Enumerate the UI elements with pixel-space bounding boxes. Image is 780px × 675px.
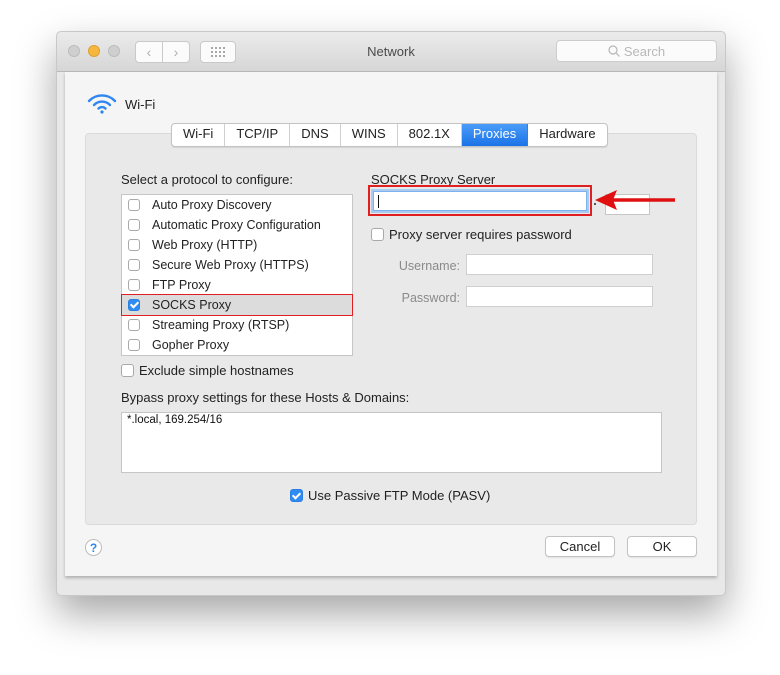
protocol-item[interactable]: Gopher Proxy bbox=[122, 335, 352, 355]
protocol-label: Streaming Proxy (RTSP) bbox=[152, 318, 290, 332]
exclude-simple-checkbox[interactable] bbox=[121, 364, 134, 377]
protocol-item[interactable]: Web Proxy (HTTP) bbox=[122, 235, 352, 255]
protocol-item[interactable]: Streaming Proxy (RTSP) bbox=[122, 315, 352, 335]
cancel-button[interactable]: Cancel bbox=[545, 536, 615, 557]
password-label: Password: bbox=[401, 291, 460, 305]
tab-wins[interactable]: WINS bbox=[341, 124, 398, 146]
search-placeholder: Search bbox=[623, 43, 666, 59]
protocol-checkbox[interactable] bbox=[128, 199, 140, 211]
protocol-item-socks-selected[interactable]: SOCKS Proxy bbox=[121, 294, 353, 316]
protocol-label: Web Proxy (HTTP) bbox=[152, 238, 258, 252]
tab-tcpip[interactable]: TCP/IP bbox=[225, 124, 291, 146]
help-button[interactable]: ? bbox=[85, 539, 102, 556]
passive-ftp-row[interactable]: Use Passive FTP Mode (PASV) bbox=[290, 488, 490, 503]
server-highlight-box bbox=[368, 185, 592, 216]
protocol-label: Automatic Proxy Configuration bbox=[152, 218, 321, 232]
passive-ftp-label: Use Passive FTP Mode (PASV) bbox=[308, 488, 491, 503]
tab-dns[interactable]: DNS bbox=[290, 124, 341, 146]
requires-password-row[interactable]: Proxy server requires password bbox=[371, 227, 572, 242]
protocol-heading: Select a protocol to configure: bbox=[121, 172, 293, 187]
protocol-item[interactable]: FTP Proxy bbox=[122, 275, 352, 295]
tab-bar: Wi-Fi TCP/IP DNS WINS 802.1X Proxies Har… bbox=[171, 123, 608, 147]
protocol-list[interactable]: Auto Proxy Discovery Automatic Proxy Con… bbox=[121, 194, 353, 356]
protocol-label: FTP Proxy bbox=[152, 278, 211, 292]
protocol-checkbox[interactable] bbox=[128, 239, 140, 251]
search-icon bbox=[608, 45, 620, 57]
proxies-sheet: Wi-Fi Wi-Fi TCP/IP DNS WINS 802.1X Proxi… bbox=[65, 72, 717, 576]
protocol-label: Secure Web Proxy (HTTPS) bbox=[152, 258, 309, 272]
proxy-server-input[interactable] bbox=[373, 191, 587, 211]
search-field[interactable]: Search bbox=[556, 40, 717, 62]
exclude-simple-label: Exclude simple hostnames bbox=[139, 363, 294, 378]
protocol-label: Gopher Proxy bbox=[152, 338, 230, 352]
title-bar: ‹ › Network Search bbox=[57, 32, 725, 72]
protocol-label: Auto Proxy Discovery bbox=[152, 198, 272, 212]
red-arrow-annotation bbox=[595, 190, 675, 210]
protocol-item[interactable]: Auto Proxy Discovery bbox=[122, 195, 352, 215]
username-field[interactable] bbox=[466, 254, 653, 275]
protocol-label: SOCKS Proxy bbox=[152, 298, 232, 312]
tab-wifi[interactable]: Wi-Fi bbox=[172, 124, 226, 146]
interface-name: Wi-Fi bbox=[125, 96, 156, 112]
password-field[interactable] bbox=[466, 286, 653, 307]
requires-password-label: Proxy server requires password bbox=[389, 227, 572, 242]
exclude-simple-row[interactable]: Exclude simple hostnames bbox=[121, 363, 294, 378]
text-caret bbox=[378, 195, 379, 208]
ok-button[interactable]: OK bbox=[627, 536, 697, 557]
protocol-checkbox[interactable] bbox=[128, 279, 140, 291]
question-icon: ? bbox=[89, 540, 98, 555]
protocol-checkbox[interactable] bbox=[128, 259, 140, 271]
tab-hardware[interactable]: Hardware bbox=[528, 124, 606, 146]
bypass-label: Bypass proxy settings for these Hosts & … bbox=[121, 390, 410, 405]
interface-header: Wi-Fi bbox=[87, 94, 155, 114]
passive-ftp-checkbox[interactable] bbox=[290, 489, 303, 502]
tab-proxies[interactable]: Proxies bbox=[461, 124, 529, 146]
protocol-checkbox[interactable] bbox=[128, 219, 140, 231]
bypass-hosts-value: *.local, 169.254/16 bbox=[127, 414, 223, 426]
protocol-checkbox-checked[interactable] bbox=[128, 299, 140, 311]
tab-8021x[interactable]: 802.1X bbox=[398, 124, 462, 146]
protocol-item[interactable]: Secure Web Proxy (HTTPS) bbox=[122, 255, 352, 275]
protocol-checkbox[interactable] bbox=[128, 339, 140, 351]
username-label: Username: bbox=[398, 259, 460, 273]
requires-password-checkbox[interactable] bbox=[371, 228, 384, 241]
bypass-hosts-textarea[interactable]: *.local, 169.254/16 bbox=[121, 412, 662, 473]
protocol-checkbox[interactable] bbox=[128, 319, 140, 331]
protocol-item[interactable]: Automatic Proxy Configuration bbox=[122, 215, 352, 235]
wifi-icon bbox=[87, 94, 117, 114]
network-window: ‹ › Network Search Wi-Fi Wi-Fi TCP/IP DN… bbox=[56, 31, 726, 596]
